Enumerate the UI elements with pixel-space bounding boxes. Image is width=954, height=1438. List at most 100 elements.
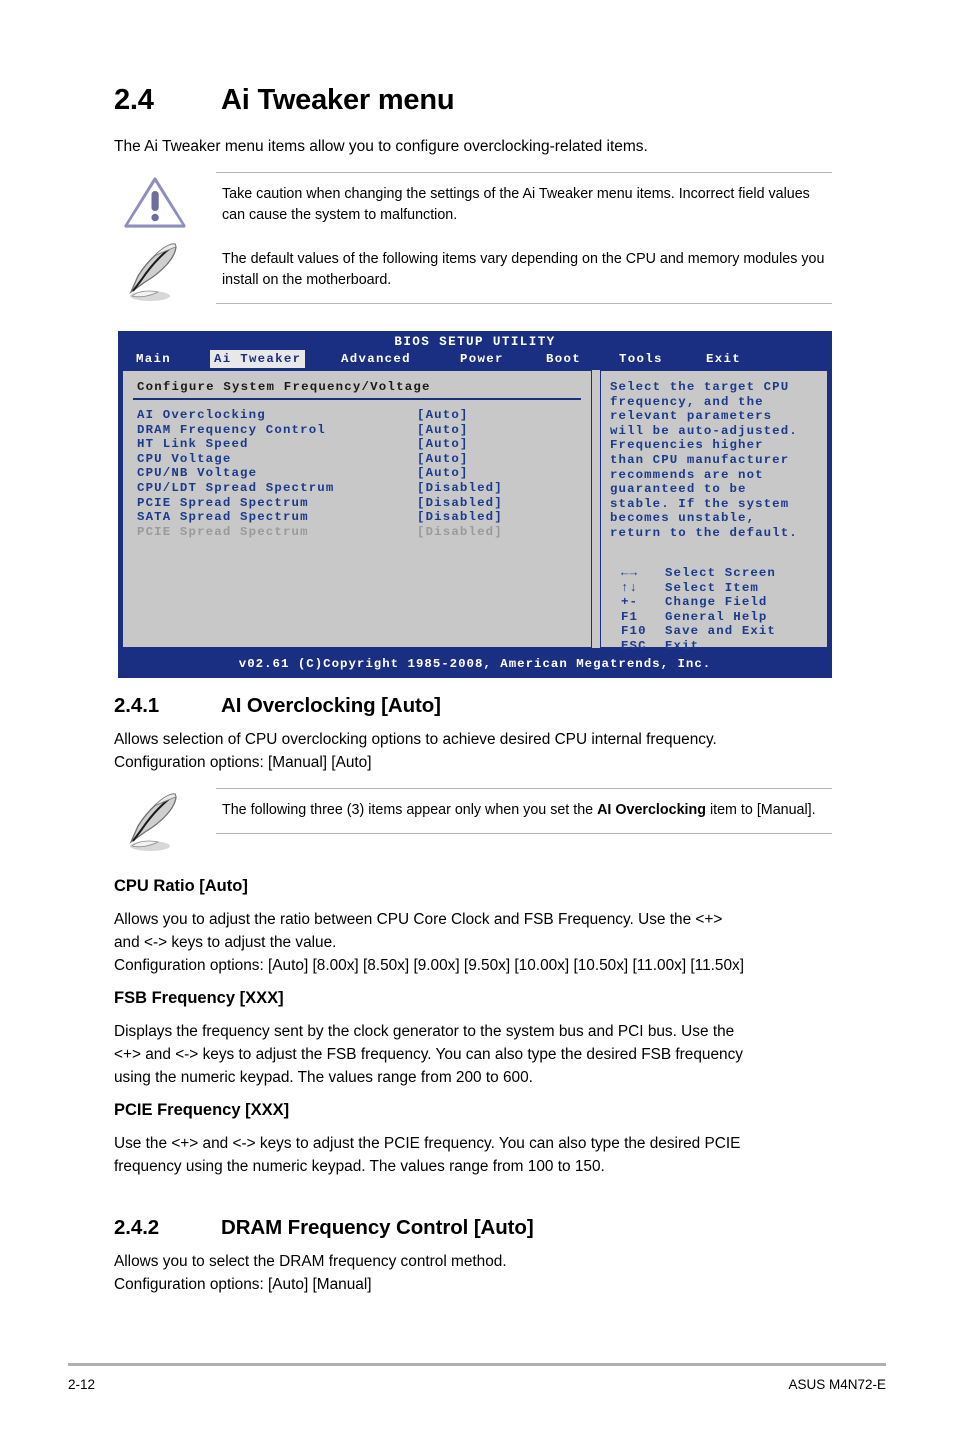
bios-body: Configure System Frequency/Voltage AI Ov…: [122, 370, 828, 653]
section-242-title: DRAM Frequency Control [Auto]: [221, 1216, 534, 1239]
legend-row-select-item: ↑↓ Select Item: [621, 581, 821, 596]
pcie-frequency-body-line2: frequency using the numeric keypad. The …: [114, 1158, 605, 1175]
document-page: 2.4 Ai Tweaker menu The Ai Tweaker menu i…: [0, 0, 954, 1438]
help-line: Frequencies higher: [610, 438, 764, 453]
bios-item-pcie-spread-spectrum[interactable]: PCIE Spread Spectrum [Disabled]: [137, 496, 583, 511]
bios-tab-power[interactable]: Power: [456, 350, 508, 368]
pcie-frequency-body-line1: Use the <+> and <-> keys to adjust the P…: [114, 1135, 741, 1152]
footer-divider: [68, 1363, 886, 1366]
pencil-note-icon: [129, 243, 177, 301]
cpu-ratio-heading: CPU Ratio [Auto]: [114, 877, 248, 895]
bios-key-legend: ←→ Select Screen ↑↓ Select Item +- Chang…: [621, 566, 821, 654]
help-line: Select the target CPU: [610, 380, 790, 394]
manual-items-note: The following three (3) items appear onl…: [114, 788, 832, 851]
help-line: becomes unstable,: [610, 511, 756, 526]
bios-item-value: [Disabled]: [417, 495, 503, 510]
cpu-ratio-body-line3: Configuration options: [Auto] [8.00x] [8…: [114, 957, 744, 974]
footer-page-number: 2-12: [68, 1377, 96, 1392]
footer-product-name: ASUS M4N72-E: [788, 1377, 886, 1392]
bios-item-label: CPU/NB Voltage: [137, 466, 258, 481]
bios-tab-tools[interactable]: Tools: [615, 350, 667, 368]
manual-items-note-text: The following three (3) items appear onl…: [216, 788, 832, 834]
bios-help-text: Select the target CPU frequency, and the…: [610, 380, 822, 541]
bios-setup-screenshot: BIOS SETUP UTILITY Main Ai Tweaker Advan…: [118, 331, 832, 678]
bios-tab-boot[interactable]: Boot: [542, 350, 585, 368]
cpu-ratio-body-line2: and <-> keys to adjust the value.: [114, 934, 337, 951]
legend-desc: Select Item: [665, 580, 759, 595]
bios-item-value: [Disabled]: [417, 510, 503, 525]
section-242-body-line1: Allows you to select the DRAM frequency …: [114, 1253, 507, 1270]
legend-row-change-field: +- Change Field: [621, 595, 821, 610]
section-241-body-line2: Configuration options: [Manual] [Auto]: [114, 754, 372, 771]
bios-tab-main[interactable]: Main: [132, 350, 175, 368]
bios-item-value: [Disabled]: [417, 524, 503, 539]
legend-desc: Change Field: [665, 595, 768, 610]
help-line: than CPU manufacturer: [610, 452, 790, 467]
legend-desc: General Help: [665, 609, 768, 624]
bios-item-cpu-voltage[interactable]: CPU Voltage [Auto]: [137, 452, 583, 467]
cpu-ratio-body-line1: Allows you to adjust the ratio between C…: [114, 911, 723, 928]
bios-tab-advanced[interactable]: Advanced: [337, 350, 415, 368]
legend-key: ESC: [621, 638, 647, 653]
bios-item-value: [Disabled]: [417, 480, 503, 495]
bios-item-value: [Auto]: [417, 437, 469, 452]
bios-item-dram-frequency-control[interactable]: DRAM Frequency Control [Auto]: [137, 423, 583, 438]
bios-item-ht-link-speed[interactable]: HT Link Speed [Auto]: [137, 437, 583, 452]
bios-item-cpu-nb-voltage[interactable]: CPU/NB Voltage [Auto]: [137, 466, 583, 481]
pencil-note-icon: [129, 793, 177, 851]
section-title: Ai Tweaker menu: [221, 84, 455, 116]
bios-item-label: PCIE Spread Spectrum: [137, 495, 309, 510]
section-241-number: 2.4.1: [114, 694, 160, 717]
legend-row-save-and-exit: F10 Save and Exit: [621, 624, 821, 639]
fsb-frequency-body-line1: Displays the frequency sent by the clock…: [114, 1023, 735, 1040]
intro-paragraph: The Ai Tweaker menu items allow you to c…: [114, 138, 648, 155]
bios-panel-divider: [133, 398, 581, 400]
legend-desc: Select Screen: [665, 566, 776, 580]
bios-item-label: PCIE Spread Spectrum: [137, 524, 309, 539]
help-line: recommends are not: [610, 467, 764, 482]
bios-item-value: [Auto]: [417, 466, 469, 481]
bios-item-label: DRAM Frequency Control: [137, 422, 326, 437]
manual-note-text-before: The following three (3) items appear onl…: [222, 802, 598, 818]
default-values-note-text: The default values of the following item…: [216, 238, 832, 304]
section-242-number: 2.4.2: [114, 1216, 160, 1239]
bios-item-sata-spread-spectrum[interactable]: SATA Spread Spectrum [Disabled]: [137, 510, 583, 525]
bios-tab-bar: Main Ai Tweaker Advanced Power Boot Tool…: [118, 350, 832, 368]
legend-key: F10: [621, 624, 647, 639]
bios-tab-ai-tweaker[interactable]: Ai Tweaker: [210, 350, 306, 368]
manual-note-text-after: item to [Manual].: [705, 802, 816, 818]
section-242-body-line2: Configuration options: [Auto] [Manual]: [114, 1276, 372, 1293]
bios-settings-panel: Configure System Frequency/Voltage AI Ov…: [122, 370, 592, 648]
legend-key: +-: [621, 595, 639, 610]
fsb-frequency-body-line3: using the numeric keypad. The values ran…: [114, 1069, 533, 1086]
bios-settings-list: AI Overclocking [Auto] DRAM Frequency Co…: [137, 408, 583, 539]
bios-item-ai-overclocking[interactable]: AI Overclocking [Auto]: [137, 408, 583, 423]
bios-item-pcie-spread-spectrum-disabled: PCIE Spread Spectrum [Disabled]: [137, 525, 583, 540]
pcie-frequency-heading: PCIE Frequency [XXX]: [114, 1101, 290, 1119]
bios-item-label: AI Overclocking: [137, 408, 266, 422]
bios-item-cpu-ldt-spread-spectrum[interactable]: CPU/LDT Spread Spectrum [Disabled]: [137, 481, 583, 496]
bios-item-value: [Auto]: [417, 422, 469, 437]
fsb-frequency-heading: FSB Frequency [XXX]: [114, 989, 284, 1007]
fsb-frequency-body-line2: <+> and <-> keys to adjust the FSB frequ…: [114, 1046, 743, 1063]
legend-row-general-help: F1 General Help: [621, 610, 821, 625]
help-line: will be auto-adjusted.: [610, 423, 798, 438]
section-241-body-line1: Allows selection of CPU overclocking opt…: [114, 731, 717, 748]
bios-panel-header: Configure System Frequency/Voltage: [137, 380, 431, 394]
pencil-icon-cell: [114, 238, 210, 302]
page-title: 2.4 Ai Tweaker menu: [114, 84, 874, 117]
legend-desc: Exit: [665, 638, 700, 653]
legend-key: F1: [621, 609, 639, 624]
caution-triangle-icon: [124, 177, 186, 228]
bios-item-label: SATA Spread Spectrum: [137, 510, 309, 525]
bios-tab-exit[interactable]: Exit: [702, 350, 745, 368]
bios-item-label: CPU Voltage: [137, 451, 232, 466]
bios-help-panel: Select the target CPU frequency, and the…: [600, 370, 828, 653]
section-241-heading: 2.4.1 AI Overclocking [Auto]: [114, 694, 441, 718]
help-line: guaranteed to be: [610, 482, 747, 497]
bios-copyright: v02.61 (C)Copyright 1985-2008, American …: [238, 657, 712, 672]
help-line: return to the default.: [610, 525, 798, 540]
bios-item-label: CPU/LDT Spread Spectrum: [137, 480, 335, 495]
legend-row-select-screen: ←→ Select Screen: [621, 566, 821, 581]
caution-icon-cell: [114, 172, 210, 236]
